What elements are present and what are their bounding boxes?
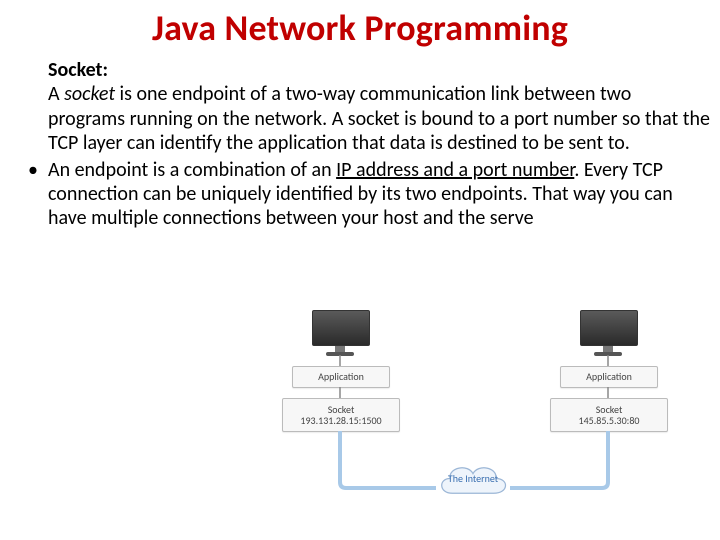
bullet-underline: IP address and a port number [336, 158, 574, 182]
slide-title: Java Network Programming [0, 6, 720, 50]
para1-rest: is one endpoint of a two-way communicati… [48, 82, 710, 155]
bullet-paragraph: An endpoint is a combination of an IP ad… [48, 158, 710, 231]
network-diagram: Application Application Socket 193.131.2… [260, 310, 690, 530]
para1-em: socket [64, 82, 115, 106]
socket-label: Socket: [48, 58, 108, 82]
para1-prefix: A [48, 82, 64, 106]
lead-paragraph: Socket: A socket is one endpoint of a tw… [48, 58, 710, 156]
slide: Java Network Programming Socket: A socke… [0, 0, 720, 540]
body-text: Socket: A socket is one endpoint of a tw… [24, 58, 710, 231]
bullet-prefix: An endpoint is a combination of an [48, 158, 336, 182]
